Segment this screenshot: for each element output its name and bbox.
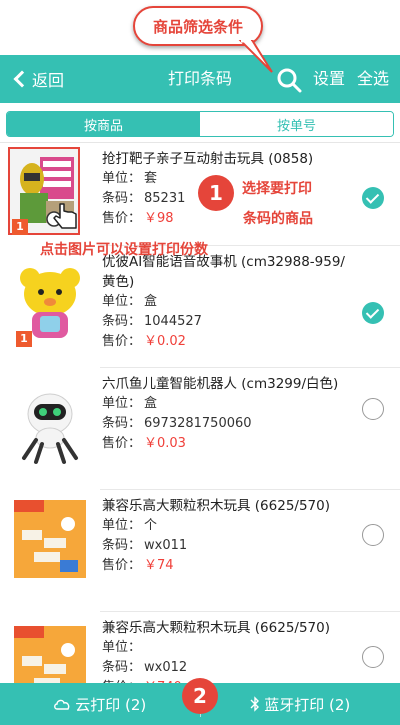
- cloud-icon: [54, 699, 70, 710]
- product-list: 1 抢打靶子亲子互动射击玩具 (0858) 单位：套 条码： 85231 售价： ￥…: [0, 143, 400, 725]
- select-checkbox[interactable]: [362, 524, 384, 546]
- bluetooth-print-label: 蓝牙打印 (2): [264, 695, 351, 714]
- price-label: 售价：: [102, 436, 142, 451]
- product-unit: 个: [144, 518, 158, 533]
- product-price: ￥74: [144, 558, 174, 573]
- product-barcode: wx012: [144, 660, 188, 675]
- unit-label: 单位：: [102, 294, 142, 309]
- product-info: 优彼AI智能语音故事机 (cm32988-959/黄色) 单位：盒 条码： 104…: [102, 252, 352, 352]
- select-checkbox[interactable]: [362, 398, 384, 420]
- price-label: 售价：: [102, 558, 142, 573]
- product-unit: 盒: [144, 294, 158, 309]
- select-all-button[interactable]: 全选: [357, 55, 389, 103]
- app-header: 打印条码 返回 设置 全选: [0, 55, 400, 103]
- settings-button[interactable]: 设置: [313, 55, 345, 103]
- unit-label: 单位：: [102, 171, 142, 186]
- step-1-text-2: 条码的商品: [243, 211, 313, 227]
- product-barcode: 85231: [144, 191, 186, 206]
- price-label: 售价：: [102, 211, 142, 226]
- segmented-tabs: 按商品 按单号: [6, 111, 394, 137]
- cloud-print-button[interactable]: 云打印 (2): [0, 683, 200, 725]
- select-checkbox[interactable]: [362, 646, 384, 668]
- list-item[interactable]: 1 优彼AI智能语音故事机 (cm32988-959/黄色) 单位：盒 条码： 1…: [0, 246, 400, 368]
- barcode-label: 条码：: [102, 416, 142, 431]
- product-barcode: wx011: [144, 538, 188, 553]
- print-qty-badge: 1: [16, 331, 32, 347]
- print-qty-badge: 1: [12, 219, 28, 235]
- tab-bar: 按商品 按单号: [0, 103, 400, 143]
- barcode-label: 条码：: [102, 191, 142, 206]
- bluetooth-print-button[interactable]: 蓝牙打印 (2): [201, 683, 400, 725]
- barcode-label: 条码：: [102, 538, 142, 553]
- unit-label: 单位：: [102, 640, 142, 655]
- step-2-marker: 2: [182, 678, 218, 714]
- product-name: 六爪鱼儿童智能机器人 (cm3299/白色): [102, 376, 339, 392]
- product-unit: 盒: [144, 396, 158, 411]
- select-checkbox[interactable]: [362, 187, 384, 209]
- callout-pointer: [238, 40, 273, 73]
- search-icon[interactable]: [276, 67, 302, 93]
- thumb-hint-text: 点击图片可以设置打印份数: [40, 242, 208, 258]
- list-item[interactable]: 兼容乐高大颗粒积木玩具 (6625/570) 单位：个 条码： wx011 售价：…: [0, 490, 400, 612]
- product-barcode: 1044527: [144, 314, 202, 329]
- product-info: 兼容乐高大颗粒积木玩具 (6625/570) 单位：个 条码： wx011 售价：…: [102, 496, 352, 576]
- product-price: ￥0.02: [144, 334, 186, 349]
- unit-label: 单位：: [102, 518, 142, 533]
- select-checkbox[interactable]: [362, 302, 384, 324]
- step-1-marker: 1: [198, 175, 234, 211]
- bluetooth-icon: [250, 696, 260, 712]
- unit-label: 单位：: [102, 396, 142, 411]
- back-label: 返回: [32, 71, 65, 90]
- product-name: 兼容乐高大颗粒积木玩具 (6625/570): [102, 620, 330, 636]
- product-info: 六爪鱼儿童智能机器人 (cm3299/白色) 单位：盒 条码： 697328175…: [102, 374, 352, 454]
- price-label: 售价：: [102, 334, 142, 349]
- app-root: { "callout": { "text": "商品筛选条件" }, "head…: [0, 0, 400, 725]
- tab-by-order[interactable]: 按单号: [200, 112, 393, 136]
- step-1-text: 选择要打印: [242, 181, 312, 197]
- product-price: ￥0.03: [144, 436, 186, 451]
- barcode-label: 条码：: [102, 314, 142, 329]
- back-button[interactable]: 返回: [12, 55, 64, 103]
- barcode-label: 条码：: [102, 660, 142, 675]
- product-barcode: 6973281750060: [144, 416, 252, 431]
- product-name: 抢打靶子亲子互动射击玩具 (0858): [102, 151, 314, 167]
- robot-image[interactable]: [14, 388, 86, 466]
- cloud-print-label: 云打印 (2): [75, 695, 147, 714]
- product-unit: 套: [144, 171, 158, 186]
- tab-by-product[interactable]: 按商品: [7, 112, 200, 136]
- building-blocks-image[interactable]: [14, 500, 86, 578]
- list-item[interactable]: 六爪鱼儿童智能机器人 (cm3299/白色) 单位：盒 条码： 697328175…: [0, 368, 400, 490]
- product-price: ￥98: [144, 211, 174, 226]
- product-name: 兼容乐高大颗粒积木玩具 (6625/570): [102, 498, 330, 514]
- chevron-left-icon: [13, 70, 31, 88]
- tap-hand-icon: [53, 203, 77, 229]
